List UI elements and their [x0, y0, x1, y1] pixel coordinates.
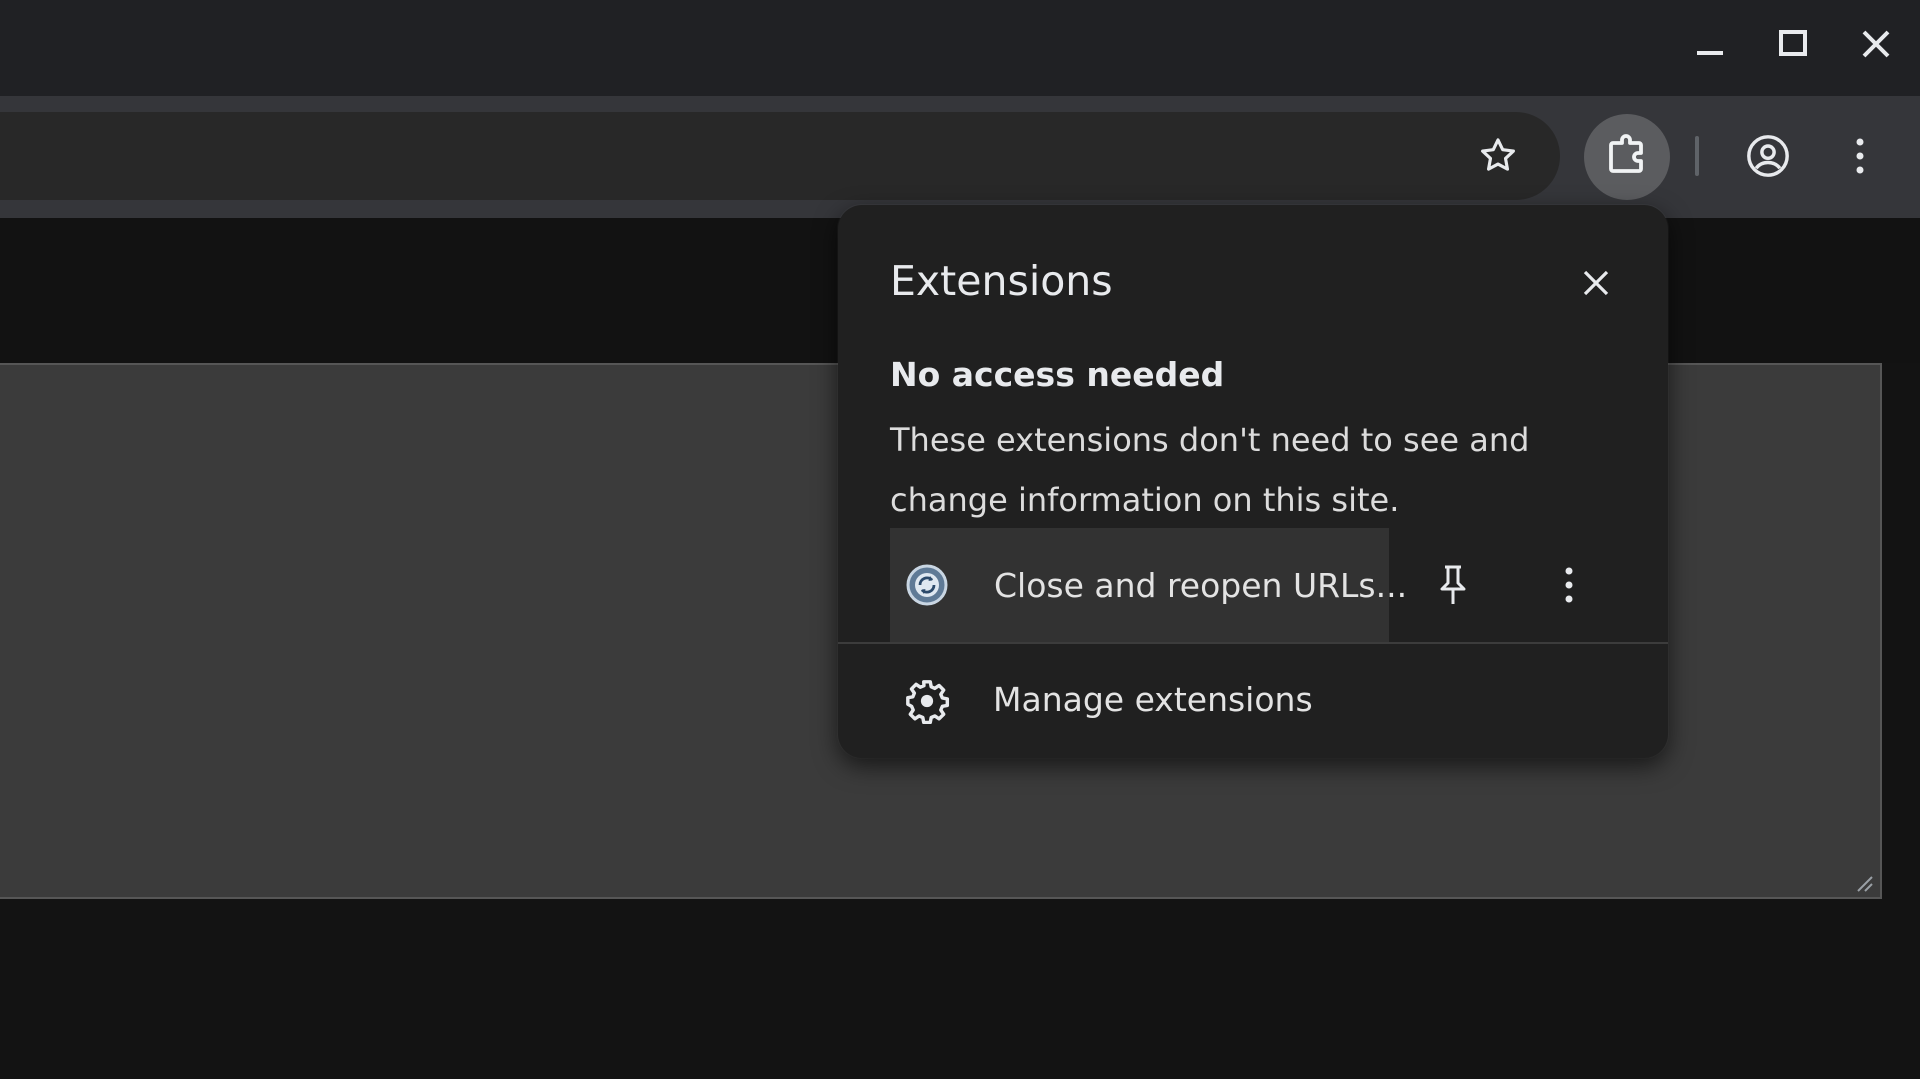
extensions-button[interactable]: [1584, 114, 1670, 200]
close-window-icon: [1862, 30, 1890, 58]
browser-toolbar: [0, 96, 1920, 218]
window-titlebar: [0, 0, 1920, 96]
manage-extensions-label: Manage extensions: [993, 680, 1313, 719]
extension-item[interactable]: Close and reopen URLs...: [890, 528, 1407, 642]
popup-title: Extensions: [890, 257, 1113, 305]
address-bar[interactable]: [0, 112, 1560, 200]
profile-icon: [1747, 135, 1789, 177]
maximize-button[interactable]: [1769, 20, 1817, 68]
extensions-popup: Extensions No access needed These extens…: [838, 205, 1668, 758]
extension-name: Close and reopen URLs...: [994, 566, 1408, 605]
section-description: These extensions don't need to see and c…: [890, 421, 1530, 519]
refresh-globe-icon: [906, 564, 948, 606]
section-title: No access needed: [890, 355, 1225, 394]
pin-extension-button[interactable]: [1418, 550, 1488, 620]
browser-menu-button[interactable]: [1832, 118, 1888, 194]
minimize-icon: [1697, 51, 1723, 55]
close-window-button[interactable]: [1852, 20, 1900, 68]
minimize-button[interactable]: [1686, 20, 1734, 68]
popup-close-button[interactable]: [1570, 257, 1622, 309]
bookmark-button[interactable]: [1470, 116, 1526, 196]
toolbar-divider: [1695, 136, 1699, 176]
more-vert-icon: [1856, 138, 1864, 174]
profile-button[interactable]: [1740, 118, 1796, 194]
more-vert-icon: [1565, 567, 1573, 603]
extension-more-button[interactable]: [1534, 550, 1604, 620]
resize-grip-icon[interactable]: [1854, 873, 1874, 893]
manage-extensions-item[interactable]: Manage extensions: [838, 644, 1668, 758]
close-icon: [1583, 270, 1609, 296]
pin-icon: [1440, 565, 1466, 604]
maximize-icon: [1779, 30, 1807, 56]
extensions-puzzle-icon: [1609, 134, 1643, 173]
bookmark-star-icon: [1481, 138, 1515, 171]
gear-icon: [906, 680, 950, 724]
